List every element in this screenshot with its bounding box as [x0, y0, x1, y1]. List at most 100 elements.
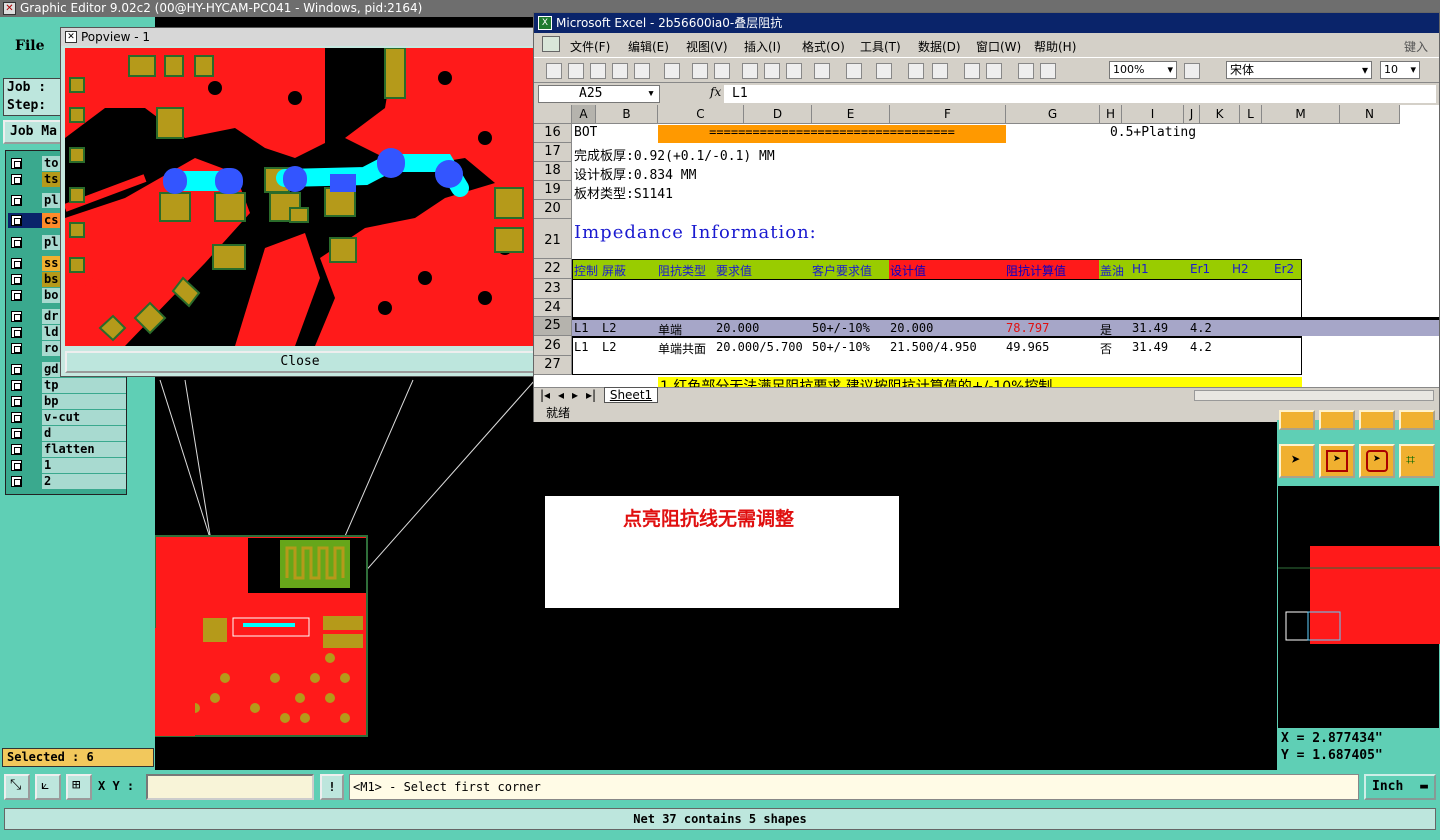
first-sheet-icon[interactable]: |◂: [540, 388, 550, 402]
undo-icon[interactable]: [846, 63, 862, 79]
layer-checkbox[interactable]: [11, 215, 22, 226]
layer-row[interactable]: tp: [8, 378, 126, 393]
cut-icon[interactable]: [742, 63, 758, 79]
impedance-heading[interactable]: Impedance Information:: [574, 222, 817, 243]
row-header[interactable]: 23: [534, 279, 572, 299]
table-cell[interactable]: 20.000: [716, 321, 759, 335]
table-header-cell[interactable]: 设计值: [890, 262, 926, 279]
redo-icon[interactable]: [876, 63, 892, 79]
sort-desc-icon[interactable]: [986, 63, 1002, 79]
menu-item[interactable]: 帮助(H): [1034, 38, 1076, 55]
row-header[interactable]: 19: [534, 181, 572, 200]
table-header-cell[interactable]: 控制: [574, 262, 598, 279]
table-header-cell[interactable]: 阻抗计算值: [1006, 262, 1066, 279]
menu-item[interactable]: 插入(I): [744, 38, 781, 55]
row-header[interactable]: 21: [534, 219, 572, 259]
layer-checkbox[interactable]: [11, 290, 22, 301]
font-size-select[interactable]: 10 ▾: [1380, 61, 1420, 79]
file-menu-button[interactable]: File: [5, 20, 51, 72]
cell-a19[interactable]: 板材类型:S1141: [574, 183, 673, 202]
layer-checkbox[interactable]: [11, 195, 22, 206]
font-name-select[interactable]: 宋体 ▾: [1226, 61, 1372, 79]
table-cell[interactable]: 否: [1100, 340, 1112, 357]
tool-button-top-1[interactable]: [1279, 410, 1315, 430]
last-sheet-icon[interactable]: ▸|: [586, 388, 596, 402]
column-header[interactable]: D: [744, 105, 812, 124]
layer-checkbox[interactable]: [11, 476, 22, 487]
snap-grid-icon[interactable]: ⊞: [66, 774, 92, 800]
unit-selector[interactable]: Inch ▬: [1364, 774, 1436, 800]
cell-a17[interactable]: 完成板厚:0.92(+0.1/-0.1) MM: [574, 145, 775, 164]
column-header[interactable]: I: [1122, 105, 1184, 124]
row-header[interactable]: 24: [534, 299, 572, 317]
help-icon[interactable]: [1184, 63, 1200, 79]
table-cell[interactable]: 49.965: [1006, 340, 1049, 354]
net-select-button[interactable]: ⌗: [1399, 444, 1435, 478]
cell-a16[interactable]: BOT: [574, 125, 597, 140]
open-icon[interactable]: [568, 63, 584, 79]
column-header[interactable]: N: [1340, 105, 1400, 124]
row-header[interactable]: 18: [534, 162, 572, 181]
menu-item[interactable]: 文件(F): [570, 38, 610, 55]
table-cell[interactable]: 20.000: [890, 321, 933, 335]
copy-icon[interactable]: [764, 63, 780, 79]
research-icon[interactable]: [714, 63, 730, 79]
table-cell[interactable]: 是: [1100, 321, 1112, 338]
fx-icon[interactable]: fx: [710, 85, 721, 99]
sheet-icon[interactable]: [542, 36, 560, 52]
layer-checkbox[interactable]: [11, 311, 22, 322]
table-cell[interactable]: 4.2: [1190, 321, 1212, 335]
column-header[interactable]: A: [572, 105, 596, 124]
layer-row[interactable]: v-cut: [8, 410, 126, 425]
table-cell[interactable]: L1: [574, 321, 588, 335]
layer-checkbox[interactable]: [11, 444, 22, 455]
menu-item[interactable]: 窗口(W): [976, 38, 1021, 55]
menu-item[interactable]: 视图(V): [686, 38, 728, 55]
sum-icon[interactable]: [932, 63, 948, 79]
excel-title-bar[interactable]: X Microsoft Excel - 2b56600ia0-叠层阻抗: [534, 13, 1439, 33]
column-header[interactable]: L: [1240, 105, 1262, 124]
popview-close-button[interactable]: Close: [65, 351, 535, 373]
table-cell[interactable]: 单端: [658, 321, 682, 338]
layer-row[interactable]: 2: [8, 474, 126, 489]
layer-checkbox[interactable]: [11, 274, 22, 285]
column-header[interactable]: H: [1100, 105, 1122, 124]
minimap[interactable]: [1277, 485, 1440, 729]
column-header[interactable]: C: [658, 105, 744, 124]
select-circle-button[interactable]: ➤: [1359, 444, 1395, 478]
table-header-cell[interactable]: Er2: [1274, 262, 1294, 276]
paste-icon[interactable]: [786, 63, 802, 79]
layer-checkbox[interactable]: [11, 364, 22, 375]
cell-g16[interactable]: 0.5+Plating: [1006, 125, 1300, 143]
menu-item[interactable]: 编辑(E): [628, 38, 669, 55]
table-header-cell[interactable]: H1: [1132, 262, 1149, 276]
execute-button[interactable]: !: [320, 774, 344, 800]
print-icon[interactable]: [634, 63, 650, 79]
layer-checkbox[interactable]: [11, 396, 22, 407]
layer-row[interactable]: flatten: [8, 442, 126, 457]
formula-input[interactable]: L1: [724, 85, 1436, 103]
select-box-button[interactable]: ➤: [1319, 444, 1355, 478]
layer-checkbox[interactable]: [11, 158, 22, 169]
layer-checkbox[interactable]: [11, 412, 22, 423]
table-cell[interactable]: 31.49: [1132, 340, 1168, 354]
popview-title-bar[interactable]: ✕ Popview - 1: [61, 28, 537, 46]
table-cell[interactable]: 21.500/4.950: [890, 340, 977, 354]
row-header[interactable]: 22: [534, 259, 572, 279]
select-all-corner[interactable]: [534, 105, 572, 124]
column-header[interactable]: E: [812, 105, 890, 124]
cell-a18[interactable]: 设计板厚:0.834 MM: [574, 164, 696, 183]
table-cell[interactable]: 50+/-10%: [812, 340, 870, 354]
row-header[interactable]: 17: [534, 143, 572, 162]
help-hint[interactable]: 键入: [1404, 38, 1428, 55]
layer-checkbox[interactable]: [11, 343, 22, 354]
zoom-select[interactable]: 100% ▾: [1109, 61, 1177, 79]
table-cell[interactable]: 4.2: [1190, 340, 1212, 354]
permission-icon[interactable]: [612, 63, 628, 79]
measure-icon[interactable]: ⟀: [35, 774, 61, 800]
row-header[interactable]: 25: [534, 317, 572, 336]
table-header-cell[interactable]: 客户要求值: [812, 262, 872, 279]
column-header[interactable]: B: [596, 105, 658, 124]
cell-c16-bar[interactable]: ==================================: [658, 125, 1006, 143]
layer-checkbox[interactable]: [11, 327, 22, 338]
